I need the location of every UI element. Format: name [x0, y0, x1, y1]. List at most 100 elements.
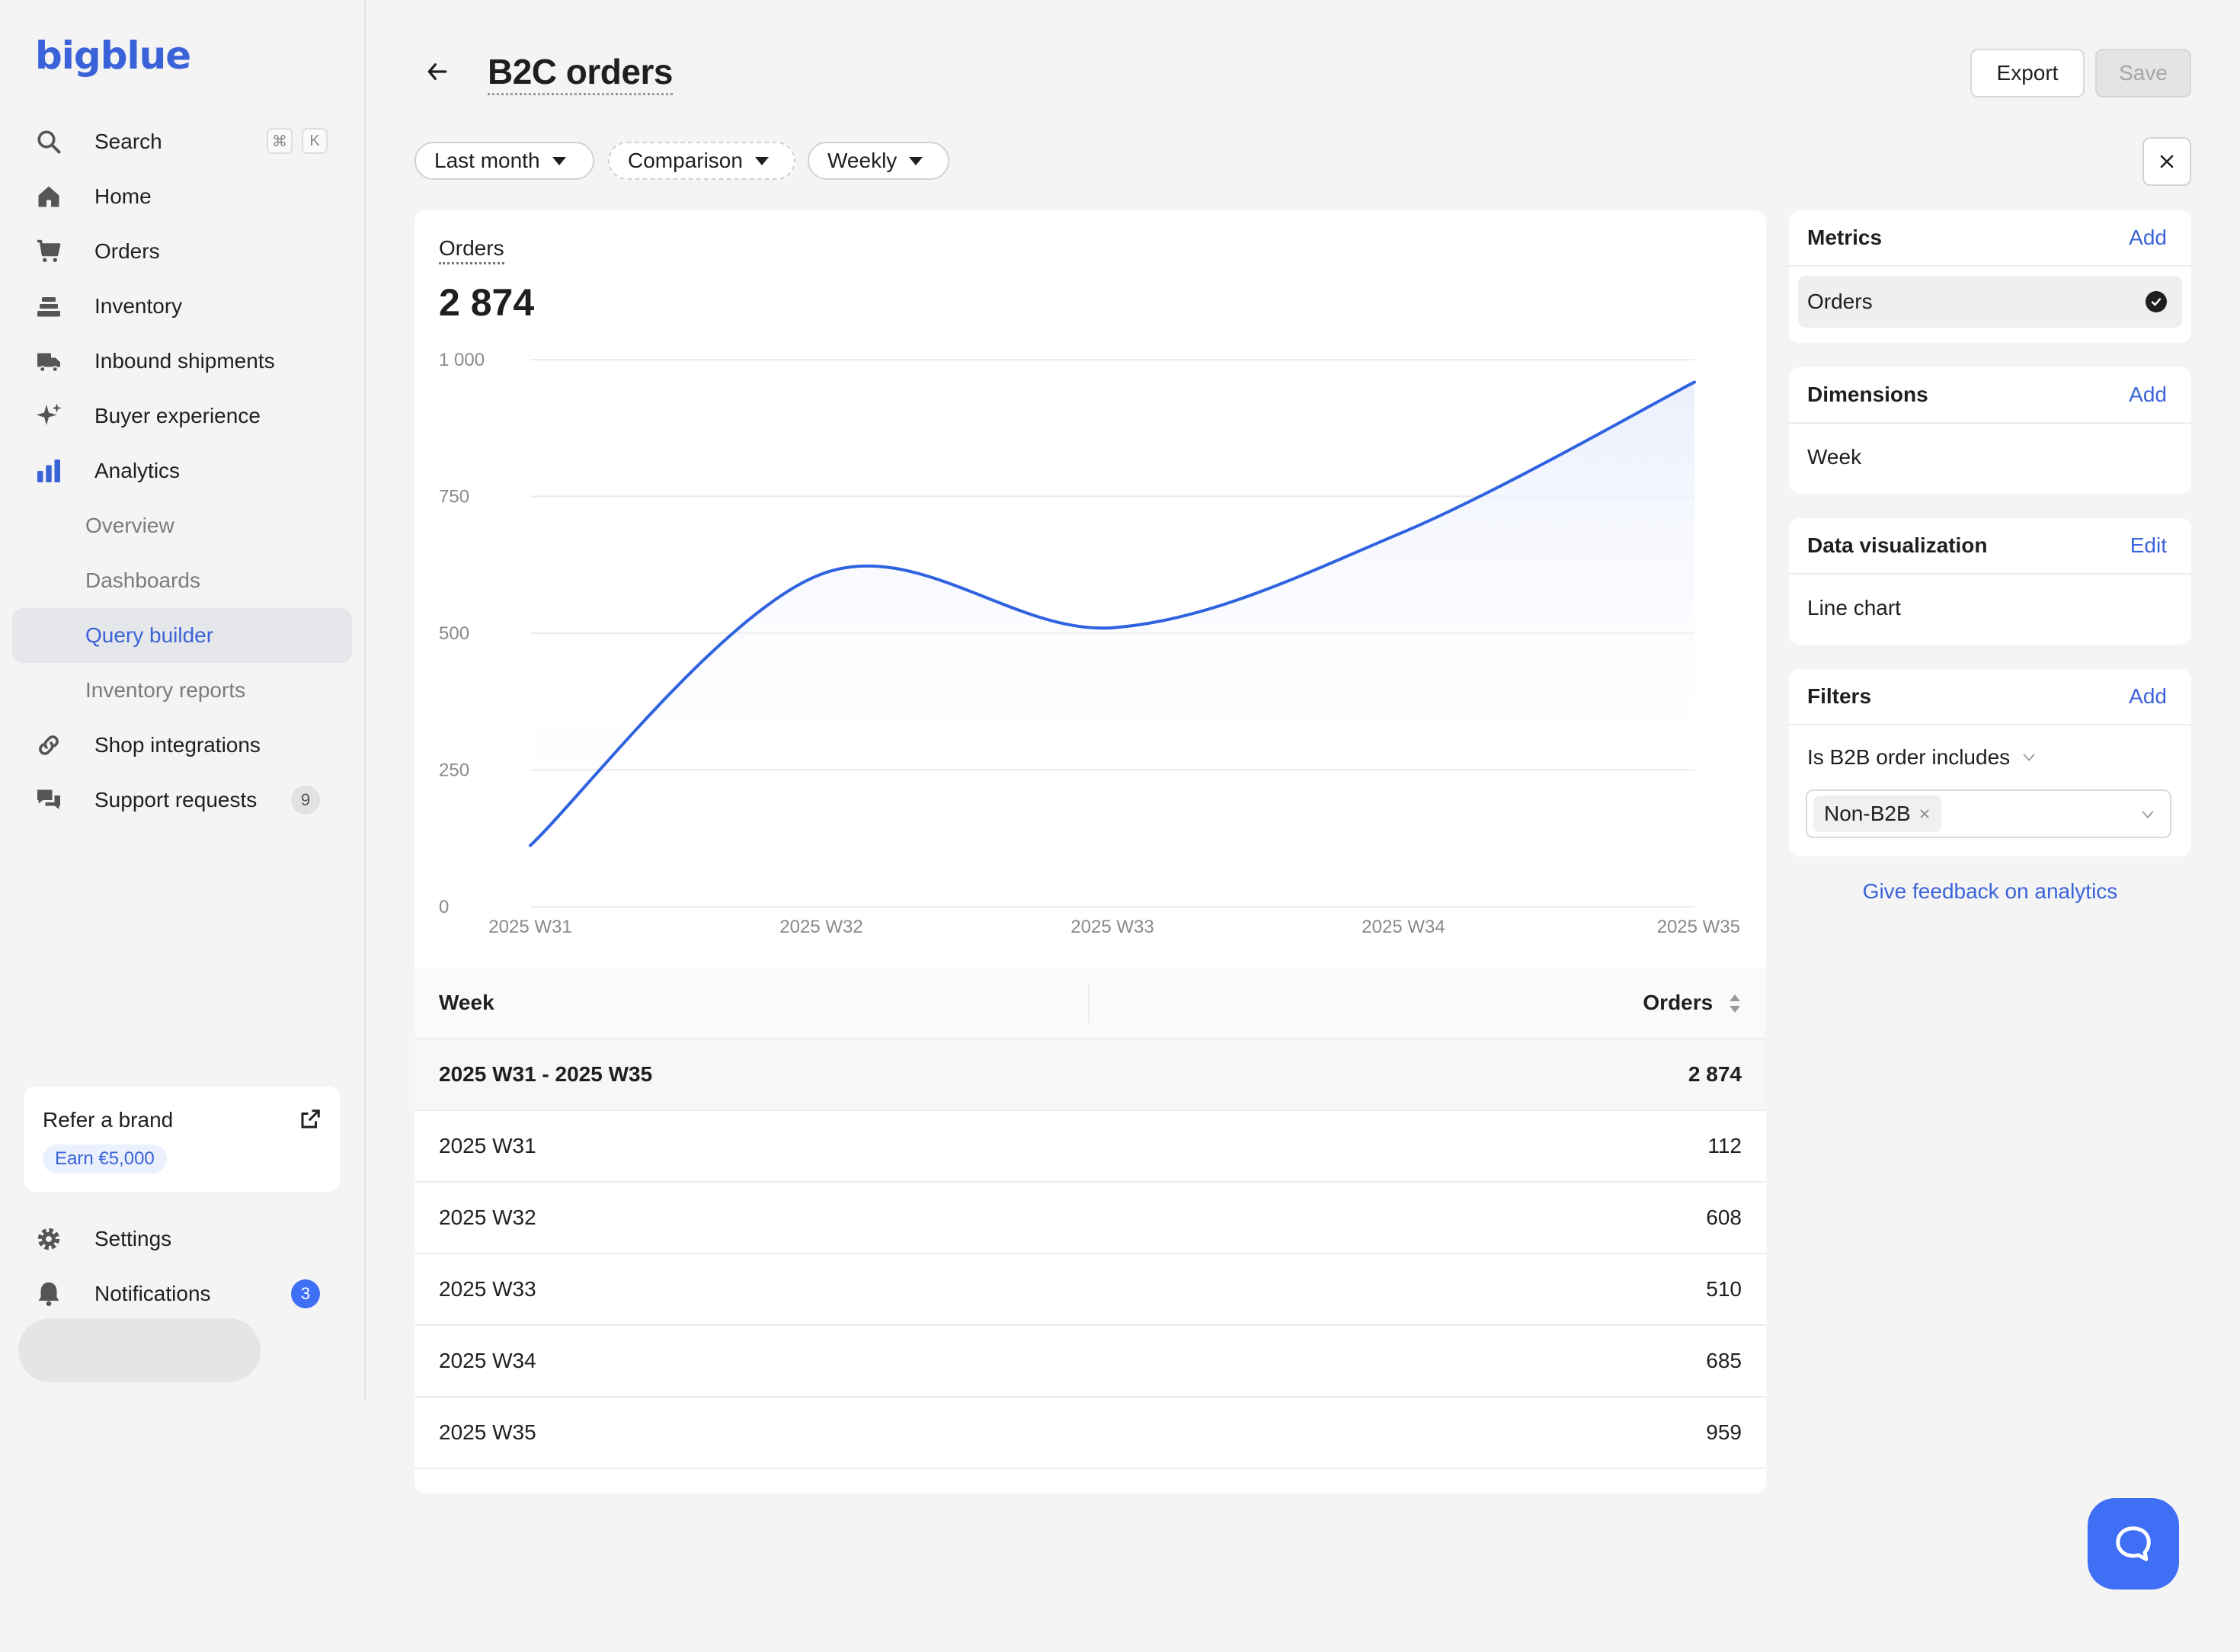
remove-tag-icon[interactable]	[1918, 808, 1931, 820]
edit-visualization-button[interactable]: Edit	[2130, 533, 2167, 558]
arrow-left-icon	[427, 63, 447, 80]
results-table: Week Orders 2025 W31 - 2025 W35 2 874 20…	[414, 968, 1766, 1469]
query-result-card: Orders 2 874 0 250 500 750 1 000 2025 W31 2025…	[414, 210, 1766, 1494]
filter-condition-dropdown[interactable]: Is B2B order includes	[1807, 745, 2037, 770]
sidebar-item-label: Orders	[94, 239, 160, 263]
sidebar-item-orders[interactable]: Orders	[12, 224, 352, 279]
page-title[interactable]: B2C orders	[488, 50, 673, 95]
sparkle-icon	[34, 401, 64, 431]
row-week: 2025 W33	[439, 1277, 536, 1301]
table-header-row: Week Orders	[414, 968, 1766, 1039]
y-tick-label: 1 000	[439, 350, 485, 370]
table-row: 2025 W34 685	[414, 1326, 1766, 1397]
filters-panel: Filters Add Is B2B order includes Non-B2…	[1789, 669, 2191, 856]
sidebar: bigblue Search ⌘ K Home Orders Inventory…	[0, 0, 366, 1401]
x-tick-label: 2025 W35	[1657, 917, 1740, 937]
column-header-week[interactable]: Week	[439, 991, 494, 1015]
summary-orders-total: 2 874	[1688, 1062, 1742, 1086]
granularity-label: Weekly	[827, 149, 898, 172]
y-tick-label: 750	[439, 487, 469, 507]
sidebar-item-label: Settings	[94, 1227, 172, 1250]
row-orders: 685	[1706, 1349, 1742, 1372]
y-tick-label: 500	[439, 623, 469, 644]
save-button[interactable]: Save	[2095, 49, 2191, 98]
sidebar-item-buyer-experience[interactable]: Buyer experience	[12, 389, 352, 443]
table-row: 2025 W33 510	[414, 1254, 1766, 1326]
k-key-hint: K	[302, 128, 328, 154]
sidebar-item-inventory[interactable]: Inventory	[12, 279, 352, 334]
row-orders: 510	[1706, 1277, 1742, 1301]
sidebar-item-label: Inbound shipments	[94, 349, 275, 373]
date-range-dropdown[interactable]: Last month	[414, 142, 594, 180]
visualization-type: Line chart	[1807, 596, 1901, 620]
x-tick-label: 2025 W34	[1362, 917, 1445, 937]
row-orders: 112	[1707, 1134, 1742, 1157]
give-feedback-link[interactable]: Give feedback on analytics	[1789, 879, 2191, 904]
row-orders: 608	[1706, 1205, 1742, 1229]
sidebar-item-inbound-shipments[interactable]: Inbound shipments	[12, 334, 352, 389]
sidebar-item-search[interactable]: Search ⌘ K	[12, 114, 352, 169]
metrics-panel: Metrics Add Orders	[1789, 210, 2191, 343]
comparison-dropdown[interactable]: Comparison	[608, 142, 795, 180]
export-button[interactable]: Export	[1970, 49, 2085, 98]
row-orders: 959	[1706, 1420, 1742, 1444]
sort-icon[interactable]	[1728, 992, 1742, 1015]
sidebar-subitem-overview[interactable]: Overview	[12, 498, 352, 553]
metric-item-orders[interactable]: Orders	[1798, 276, 2182, 328]
sidebar-item-label: Search	[94, 130, 162, 153]
refer-brand-card[interactable]: Refer a brand Earn €5,000	[24, 1087, 340, 1192]
close-button[interactable]	[2142, 137, 2191, 186]
close-icon	[2160, 155, 2174, 168]
account-menu-placeholder[interactable]	[18, 1318, 261, 1382]
panel-body: Week	[1789, 424, 2191, 492]
x-tick-label: 2025 W32	[779, 917, 862, 937]
back-button[interactable]	[422, 56, 453, 87]
granularity-dropdown[interactable]: Weekly	[808, 142, 949, 180]
check-circle-icon	[2146, 291, 2167, 312]
row-week: 2025 W31	[439, 1134, 536, 1157]
add-metric-button[interactable]: Add	[2129, 226, 2167, 250]
chat-bubble-icon	[2116, 1526, 2151, 1561]
truck-icon	[34, 346, 64, 376]
sidebar-item-label: Home	[94, 184, 152, 208]
column-header-orders-label: Orders	[1643, 990, 1714, 1014]
sidebar-item-notifications[interactable]: Notifications 3	[12, 1266, 352, 1321]
sidebar-item-home[interactable]: Home	[12, 169, 352, 224]
sidebar-item-support-requests[interactable]: Support requests 9	[12, 773, 352, 828]
filter-value-select[interactable]: Non-B2B	[1806, 789, 2171, 838]
cart-icon	[34, 236, 64, 267]
sidebar-item-analytics[interactable]: Analytics	[12, 443, 352, 498]
bigblue-logo[interactable]: bigblue	[35, 34, 191, 78]
panel-title: Data visualization	[1807, 533, 1988, 557]
add-filter-button[interactable]: Add	[2129, 684, 2167, 709]
home-icon	[34, 181, 64, 212]
panel-title: Metrics	[1807, 226, 1883, 249]
chevron-down-icon	[2142, 811, 2154, 818]
support-count-badge: 9	[291, 786, 320, 815]
sidebar-item-label: Shop integrations	[94, 733, 261, 757]
sidebar-item-shop-integrations[interactable]: Shop integrations	[12, 718, 352, 773]
summary-week-range: 2025 W31 - 2025 W35	[439, 1062, 653, 1086]
column-header-orders[interactable]: Orders	[1643, 991, 1742, 1016]
add-dimension-button[interactable]: Add	[2129, 383, 2167, 407]
chevron-down-icon	[2023, 754, 2035, 761]
table-row: 2025 W35 959	[414, 1397, 1766, 1469]
sidebar-subitem-inventory-reports[interactable]: Inventory reports	[12, 663, 352, 718]
notifications-count-badge: 3	[291, 1279, 320, 1308]
column-divider	[1088, 984, 1090, 1023]
sidebar-subitem-dashboards[interactable]: Dashboards	[12, 553, 352, 608]
sidebar-item-settings[interactable]: Settings	[12, 1212, 352, 1266]
table-summary-row: 2025 W31 - 2025 W35 2 874	[414, 1039, 1766, 1111]
panel-body: Orders	[1789, 267, 2191, 343]
panel-body: Line chart	[1789, 575, 2191, 643]
sidebar-subitem-query-builder[interactable]: Query builder	[12, 608, 352, 663]
metric-label[interactable]: Orders	[439, 235, 504, 264]
caret-down-icon	[754, 156, 769, 165]
external-link-icon	[299, 1108, 322, 1131]
dimension-item-week[interactable]: Week	[1807, 445, 1861, 469]
sidebar-item-label: Analytics	[94, 459, 181, 482]
x-tick-label: 2025 W31	[488, 917, 571, 937]
data-visualization-panel: Data visualization Edit Line chart	[1789, 518, 2191, 645]
help-chat-button[interactable]	[2088, 1498, 2179, 1590]
x-tick-label: 2025 W33	[1070, 917, 1154, 937]
